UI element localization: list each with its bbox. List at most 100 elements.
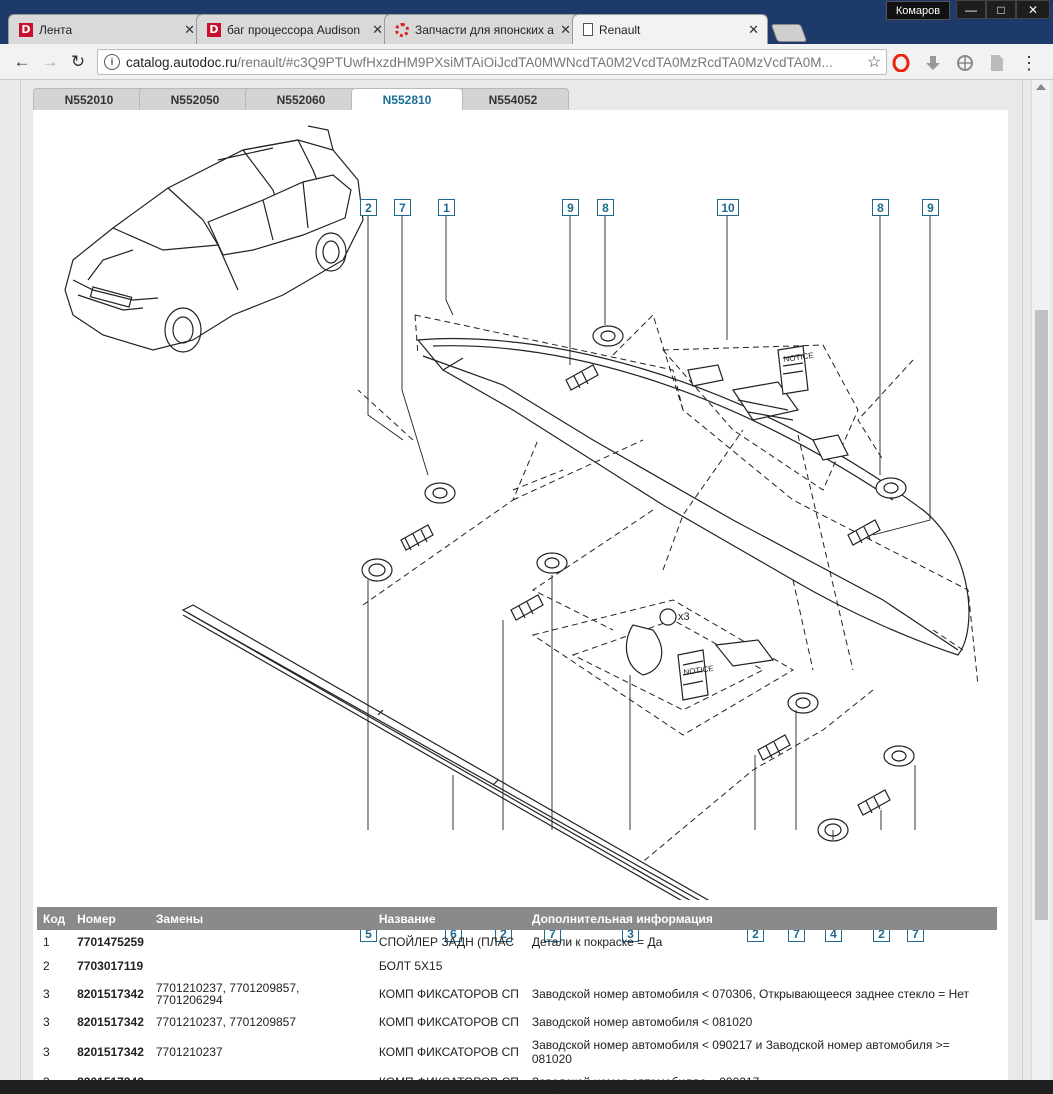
cell-extra-info (526, 954, 997, 978)
parts-panel: NOTICE NOTICE x3 2 7 1 9 8 10 8 9 5 6 2 … (33, 110, 1008, 1089)
cell-code: 1 (43, 935, 50, 949)
callout-7[interactable]: 7 (394, 199, 411, 216)
tab-n554052[interactable]: N554052 (457, 88, 569, 110)
new-tab-button[interactable] (770, 24, 808, 42)
table-row[interactable]: 3 8201517342 7701210237, 7701209857, 770… (37, 978, 997, 1010)
close-icon[interactable]: ✕ (560, 22, 571, 38)
cell-code: 2 (43, 959, 50, 973)
col-code: Код (37, 907, 72, 930)
close-icon[interactable]: ✕ (184, 22, 195, 38)
tab-n552810[interactable]: N552810 (351, 88, 463, 110)
menu-icon[interactable]: ⋮ (1018, 52, 1040, 74)
tab-title: баг процессора Audison (227, 22, 361, 37)
minimize-button[interactable]: — (956, 0, 986, 19)
cell-number[interactable]: 8201517342 (71, 978, 150, 1010)
cell-number[interactable]: 8201517342 (71, 1010, 150, 1034)
url-domain: catalog.autodoc.ru (126, 54, 238, 70)
col-number: Номер (71, 907, 150, 930)
browser-toolbar: ← → ↻ i catalog.autodoc.ru /renault/#c3Q… (0, 44, 1053, 80)
cell-replacements (150, 954, 373, 978)
table-row[interactable]: 1 7701475259 СПОЙЛЕР ЗАДН (ПЛАС Детали к… (37, 930, 997, 954)
scroll-up-icon[interactable] (1036, 84, 1046, 90)
forward-arrow-icon[interactable]: → (38, 50, 62, 74)
download-icon[interactable] (922, 52, 944, 74)
reload-icon[interactable]: ↻ (66, 50, 90, 74)
ring-icon (395, 22, 409, 37)
cell-number[interactable]: 8201517342 (71, 1034, 150, 1070)
cell-replacements (150, 1070, 373, 1094)
variant-tabs: N552010 N552050 N552060 N552810 N554052 (33, 88, 569, 110)
maximize-button[interactable]: □ (986, 0, 1016, 19)
browser-tab-renault[interactable]: Renault ✕ (572, 14, 768, 44)
browser-tab-audison[interactable]: D баг процессора Audison ✕ (196, 14, 392, 44)
cell-replacements: 7701210237 (155, 1045, 223, 1059)
info-icon[interactable]: i (104, 54, 120, 70)
callout-9[interactable]: 9 (562, 199, 579, 216)
back-arrow-icon[interactable]: ← (10, 50, 34, 74)
cell-name: КОМП ФИКСАТОРОВ СП (378, 1015, 519, 1029)
globe-icon[interactable] (954, 52, 976, 74)
browser-tab-feed[interactable]: D Лента ✕ (8, 14, 204, 44)
table-row[interactable]: 3 8201517342 7701210237 КОМП ФИКСАТОРОВ … (37, 1034, 997, 1070)
page-scrollbar[interactable] (1031, 80, 1050, 1080)
parts-diagram: NOTICE NOTICE x3 2 7 1 9 8 10 8 9 5 6 2 … (33, 110, 1008, 942)
callout-8[interactable]: 8 (872, 199, 889, 216)
table-header-row: Код Номер Замены Название Дополнительная… (37, 907, 997, 930)
cell-number[interactable]: 8201517342 (71, 1070, 150, 1094)
close-icon[interactable]: ✕ (748, 22, 759, 38)
tab-n552050[interactable]: N552050 (139, 88, 251, 110)
kit-3 (625, 608, 775, 701)
table-row[interactable]: 3 8201517342 7701210237, 7701209857 КОМП… (37, 1010, 997, 1034)
cell-code: 3 (43, 987, 50, 1001)
close-icon[interactable]: ✕ (372, 22, 383, 38)
col-extra-info: Дополнительная информация (525, 907, 997, 930)
exploded-view-drawing: NOTICE NOTICE x3 (64, 125, 979, 900)
browser-window: D Лента ✕ D баг процессора Audison ✕ Зап… (0, 0, 1053, 1089)
cell-replacements: 7701210237, 7701209857, 7701206294 (155, 981, 300, 1007)
callout-1[interactable]: 1 (438, 199, 455, 216)
title-bar: D Лента ✕ D баг процессора Audison ✕ Зап… (0, 0, 1053, 44)
pdf-icon[interactable] (986, 52, 1008, 74)
callout-2[interactable]: 2 (360, 199, 377, 216)
cell-code: 3 (43, 1075, 50, 1089)
tab-title: Запчасти для японских а (415, 22, 554, 37)
cell-name: КОМП ФИКСАТОРОВ СП (378, 987, 519, 1001)
callout-9[interactable]: 9 (922, 199, 939, 216)
table-row[interactable]: 2 7703017119 БОЛТ 5Х15 (37, 954, 997, 978)
catalog-page: N552010 N552050 N552060 N552810 N554052 (20, 80, 1023, 1089)
tab-title: Renault (599, 22, 641, 37)
cell-extra-info: Заводской номер автомобиля < 081020 (531, 1015, 753, 1029)
opera-extension-icon[interactable] (890, 52, 912, 74)
d-icon: D (207, 22, 221, 37)
address-bar[interactable]: i catalog.autodoc.ru /renault/#c3Q9PTUwf… (97, 49, 887, 75)
tab-n552010[interactable]: N552010 (33, 88, 145, 110)
cell-extra-info: Детали к покраске = Да (531, 935, 663, 949)
tab-n552060[interactable]: N552060 (245, 88, 357, 110)
cell-name: КОМП ФИКСАТОРОВ СП (378, 1075, 519, 1089)
cell-name: СПОЙЛЕР ЗАДН (ПЛАС (378, 935, 515, 949)
cell-code: 3 (43, 1045, 50, 1059)
window-controls: — □ ✕ (956, 0, 1050, 19)
callout-8[interactable]: 8 (597, 199, 614, 216)
parts-table: Код Номер Замены Название Дополнительная… (37, 907, 997, 1094)
callout-10[interactable]: 10 (717, 199, 739, 216)
col-name: Название (372, 907, 526, 930)
browser-tab-parts[interactable]: Запчасти для японских а ✕ (384, 14, 580, 44)
table-row[interactable]: 3 8201517342 КОМП ФИКСАТОРОВ СП Заводско… (37, 1070, 997, 1094)
profile-button[interactable]: Комаров (886, 1, 950, 20)
page-content: N552010 N552050 N552060 N552810 N554052 (0, 80, 1053, 1089)
cell-number[interactable]: 7701475259 (71, 930, 150, 954)
scroll-thumb[interactable] (1035, 310, 1048, 920)
cell-code: 3 (43, 1015, 50, 1029)
d-icon: D (19, 22, 33, 37)
cell-extra-info: Заводской номер автомобиля < 070306, Отк… (531, 987, 970, 1001)
url-path: /renault/#c3Q9PTUwfHxzdHM9PXsiMTAiOiJcdT… (237, 54, 833, 70)
bookmark-star-icon[interactable]: ☆ (862, 52, 886, 72)
tab-title: Лента (39, 22, 73, 37)
col-replacements: Замены (149, 907, 373, 930)
document-icon (583, 23, 593, 36)
quantity-label: x3 (678, 611, 690, 623)
cell-number[interactable]: 7703017119 (71, 954, 150, 978)
cell-extra-info: Заводской номер автомобиля >= 090217 (531, 1075, 760, 1089)
window-close-button[interactable]: ✕ (1016, 0, 1050, 19)
